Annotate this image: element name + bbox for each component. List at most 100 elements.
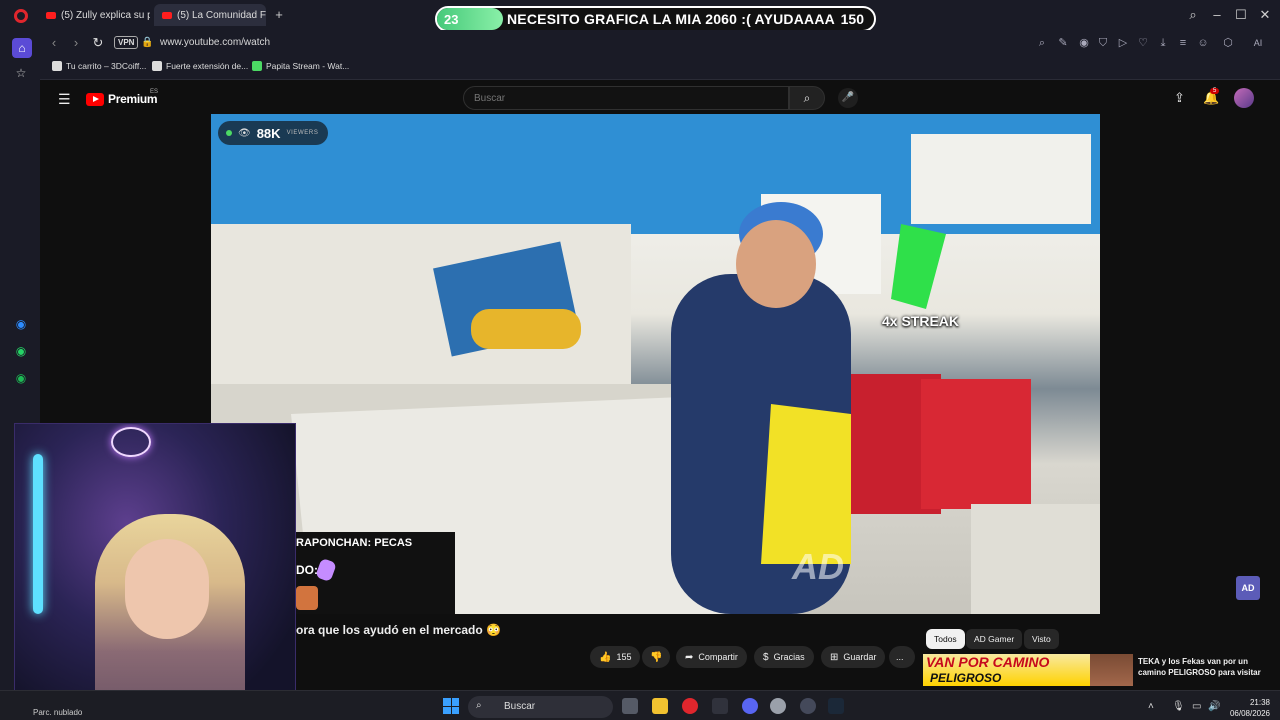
star-icon[interactable]: ☆ bbox=[14, 66, 28, 80]
share-button[interactable]: ➦ Compartir bbox=[676, 646, 747, 668]
goal-target: 150 bbox=[840, 11, 864, 27]
search-input[interactable] bbox=[463, 86, 789, 110]
tab-label: (5) La Comunidad Feka ap bbox=[177, 9, 266, 21]
extension-icon[interactable]: ⬡ bbox=[1220, 35, 1236, 51]
dislike-button[interactable]: 👎 bbox=[642, 646, 670, 668]
zoom-icon[interactable]: ⌕ bbox=[1034, 35, 1050, 51]
taskbar-search[interactable]: Buscar bbox=[468, 696, 613, 718]
upload-icon[interactable]: ⇪ bbox=[1174, 90, 1185, 106]
whatsapp-icon[interactable]: ◉ bbox=[14, 344, 28, 358]
player-icon[interactable]: ▷ bbox=[1115, 35, 1131, 51]
opera-logo-icon[interactable] bbox=[14, 9, 28, 23]
lock-icon[interactable]: 🔒 bbox=[141, 37, 153, 48]
search-icon: ⌕ bbox=[476, 700, 482, 711]
recommendation-title[interactable]: TEKA y los Fekas van por un camino PELIG… bbox=[1138, 656, 1266, 678]
thanks-icon: $ bbox=[763, 651, 769, 663]
share-label: Compartir bbox=[698, 652, 738, 662]
more-actions-button[interactable]: ... bbox=[889, 646, 915, 668]
search-icon[interactable]: ⌕ bbox=[789, 86, 825, 110]
menu-lines-icon[interactable]: ≡ bbox=[1175, 35, 1191, 51]
youtube-play-icon bbox=[86, 92, 104, 106]
back-icon[interactable]: ‹ bbox=[46, 35, 62, 51]
neon-light bbox=[33, 454, 43, 614]
app-icon[interactable] bbox=[770, 698, 786, 714]
chip-visto[interactable]: Visto bbox=[1024, 629, 1059, 649]
like-button[interactable]: 👍 155 bbox=[590, 646, 641, 668]
live-dot-icon bbox=[226, 130, 232, 136]
bookmark-favicon-icon bbox=[252, 61, 262, 71]
chat-text: PECAS bbox=[374, 537, 413, 549]
discord-icon[interactable] bbox=[742, 698, 758, 714]
chip-todos[interactable]: Todos bbox=[926, 629, 965, 649]
clock-date: 06/08/2026 bbox=[1229, 709, 1270, 718]
hamburger-menu-icon[interactable]: ☰ bbox=[58, 91, 71, 108]
search-tabs-icon[interactable]: ⌕ bbox=[1185, 7, 1201, 23]
save-button[interactable]: ⊞ Guardar bbox=[821, 646, 886, 668]
bookmark-item[interactable]: Fuerte extensión de... bbox=[152, 61, 248, 71]
steam-icon[interactable] bbox=[828, 698, 844, 714]
tab-zully[interactable]: (5) Zully explica su pelea c bbox=[38, 4, 150, 26]
profile-icon[interactable]: ☺ bbox=[1195, 35, 1211, 51]
save-label: Guardar bbox=[843, 652, 877, 662]
streak-text: 4x STREAK bbox=[882, 313, 960, 329]
chat-username: DO: bbox=[296, 563, 318, 577]
thumbnail-face bbox=[1090, 654, 1133, 686]
messenger-icon[interactable]: ◉ bbox=[14, 317, 28, 331]
youtube-favicon-icon bbox=[46, 11, 56, 19]
bookmark-item[interactable]: Papita Stream - Wat... bbox=[252, 61, 349, 71]
vpn-badge[interactable]: VPN bbox=[114, 36, 139, 49]
youtube-logo[interactable]: Premium bbox=[86, 92, 158, 106]
thanks-label: Gracias bbox=[773, 652, 805, 662]
monitor-icon[interactable]: ▭ bbox=[1192, 701, 1201, 712]
channel-watermark: AD bbox=[792, 546, 844, 587]
edit-icon[interactable]: ✎ bbox=[1055, 35, 1071, 51]
bookmark-item[interactable]: Tu carrito – 3DCoiff... bbox=[52, 61, 146, 71]
spotify-icon[interactable]: ◉ bbox=[14, 371, 28, 385]
new-tab-icon[interactable]: + bbox=[272, 8, 286, 22]
forward-icon[interactable]: › bbox=[68, 35, 84, 51]
minimize-icon[interactable]: – bbox=[1209, 7, 1225, 23]
task-view-icon[interactable] bbox=[622, 698, 638, 714]
windows-start-icon[interactable] bbox=[443, 698, 459, 714]
microphone-icon[interactable]: 🎙 bbox=[1172, 701, 1185, 712]
close-icon[interactable]: ✕ bbox=[1257, 7, 1273, 23]
thumbnail-text-line1: VAN POR CAMINO bbox=[926, 654, 1050, 670]
clock-time: 21:38 bbox=[1249, 698, 1270, 707]
download-icon[interactable]: ⤓ bbox=[1155, 35, 1171, 51]
heart-icon[interactable]: ♡ bbox=[1135, 35, 1151, 51]
microphone-icon[interactable]: 🎤 bbox=[838, 88, 858, 108]
bookmark-label: Papita Stream - Wat... bbox=[266, 61, 350, 71]
bookmark-favicon-icon bbox=[152, 61, 162, 71]
chevron-up-icon[interactable]: ˄ bbox=[1148, 701, 1154, 712]
bookmark-favicon-icon bbox=[52, 61, 62, 71]
maximize-icon[interactable]: ☐ bbox=[1233, 7, 1249, 23]
app-icon[interactable] bbox=[712, 698, 728, 714]
thumbs-up-icon: 👍 bbox=[599, 651, 612, 663]
weather-text[interactable]: Parc. nublado bbox=[33, 708, 82, 717]
like-count: 155 bbox=[616, 652, 632, 662]
thanks-button[interactable]: $ Gracias bbox=[754, 646, 814, 668]
speaker-icon[interactable]: 🔊 bbox=[1208, 701, 1220, 712]
thumbnail-text-line2: PELIGROSO bbox=[930, 671, 1002, 685]
streamer-webcam bbox=[14, 423, 296, 710]
clock[interactable]: 21:38 06/08/2026 bbox=[1226, 697, 1270, 719]
file-explorer-icon[interactable] bbox=[652, 698, 668, 714]
settings-icon[interactable] bbox=[800, 698, 816, 714]
video-title: ora que los ayudó en el mercado 😳 bbox=[296, 623, 501, 637]
neon-planet-icon bbox=[111, 427, 151, 457]
bookmark-label: Tu carrito – 3DCoiff... bbox=[66, 61, 147, 71]
url-text[interactable]: www.youtube.com/watch bbox=[160, 37, 270, 48]
avatar[interactable] bbox=[1234, 88, 1254, 108]
tab-comunidad-feka[interactable]: (5) La Comunidad Feka ap bbox=[154, 4, 266, 26]
youtube-favicon-icon bbox=[162, 11, 172, 19]
home-icon[interactable]: ⌂ bbox=[12, 38, 32, 58]
camera-icon[interactable]: ◉ bbox=[1076, 35, 1092, 51]
channel-corner-logo[interactable]: AD bbox=[1236, 576, 1260, 600]
opera-taskbar-icon[interactable] bbox=[682, 698, 698, 714]
region-code: ES bbox=[150, 89, 159, 95]
notification-badge: 5 bbox=[1210, 88, 1220, 94]
reload-icon[interactable]: ↻ bbox=[90, 35, 106, 51]
ai-button[interactable]: AI bbox=[1244, 35, 1272, 51]
shield-icon[interactable]: ⛉ bbox=[1095, 35, 1111, 51]
chip-ad-gamer[interactable]: AD Gamer bbox=[966, 629, 1023, 649]
